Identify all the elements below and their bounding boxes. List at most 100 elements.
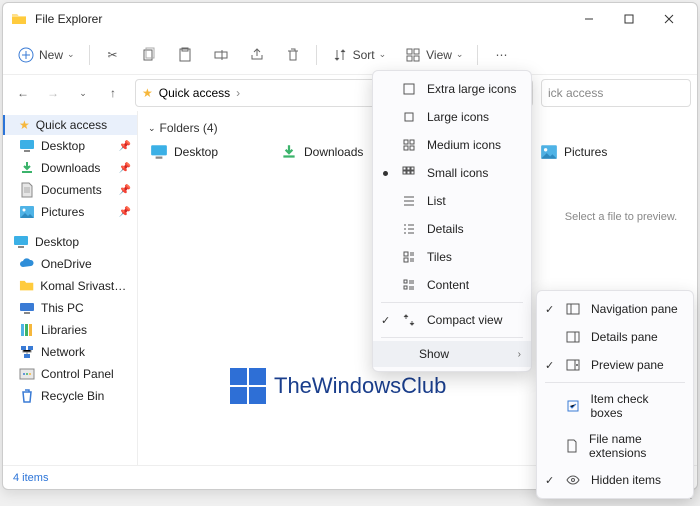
menu-label: Large icons <box>427 110 489 124</box>
sort-button[interactable]: Sort ⌄ <box>323 42 395 68</box>
folder-icon <box>19 278 34 294</box>
back-button[interactable]: ← <box>9 79 37 107</box>
more-button[interactable]: ⋯ <box>484 42 518 68</box>
menu-label: Medium icons <box>427 138 501 152</box>
desktop-icon <box>150 143 168 161</box>
sidebar-label: Quick access <box>36 118 107 132</box>
app-folder-icon <box>11 11 27 27</box>
sidebar-item-desktop[interactable]: Desktop 📌 <box>3 135 137 157</box>
recycle-icon <box>19 388 35 404</box>
menu-item-details-pane[interactable]: Details pane <box>537 323 693 351</box>
chevron-down-icon: ⌄ <box>456 49 464 60</box>
cut-button[interactable]: ✂ <box>96 42 130 68</box>
new-label: New <box>39 48 63 62</box>
new-plus-icon <box>17 46 35 64</box>
menu-item-navigation-pane[interactable]: ✓Navigation pane <box>537 295 693 323</box>
view-grid-icon <box>404 46 422 64</box>
menu-separator <box>381 302 523 303</box>
list-item[interactable]: Desktop <box>148 141 258 163</box>
check-icon: ✓ <box>545 303 554 316</box>
menu-label: Compact view <box>427 313 502 327</box>
file-ext-icon <box>565 438 579 454</box>
paste-button[interactable] <box>168 42 202 68</box>
share-button[interactable] <box>240 42 274 68</box>
sidebar-item-recyclebin[interactable]: Recycle Bin <box>3 385 137 407</box>
menu-item-large-icons[interactable]: Large icons <box>373 103 531 131</box>
sidebar-item-thispc[interactable]: This PC <box>3 297 137 319</box>
menu-label: Small icons <box>427 166 488 180</box>
menu-item-hidden-items[interactable]: ✓Hidden items <box>537 466 693 494</box>
menu-label: File name extensions <box>589 432 681 460</box>
sidebar-item-network[interactable]: Network <box>3 341 137 363</box>
sidebar-item-user[interactable]: Komal Srivastava <box>3 275 137 297</box>
forward-button[interactable]: → <box>39 79 67 107</box>
recent-button[interactable]: ⌄ <box>69 79 97 107</box>
sidebar-label: Recycle Bin <box>41 389 104 403</box>
menu-item-preview-pane[interactable]: ✓Preview pane <box>537 351 693 379</box>
menu-item-extra-large-icons[interactable]: Extra large icons <box>373 75 531 103</box>
copy-button[interactable] <box>132 42 166 68</box>
toolbar: New ⌄ ✂ Sort ⌄ View ⌄ ⋯ <box>3 35 697 75</box>
pc-icon <box>19 300 35 316</box>
sidebar-item-downloads[interactable]: Downloads 📌 <box>3 157 137 179</box>
show-submenu: ✓Navigation pane Details pane ✓Preview p… <box>536 290 694 499</box>
menu-item-file-extensions[interactable]: File name extensions <box>537 426 693 466</box>
sidebar-label: Control Panel <box>41 367 114 381</box>
item-count: 4 items <box>13 472 48 484</box>
sidebar-label: Documents <box>41 183 102 197</box>
menu-item-content[interactable]: Content <box>373 271 531 299</box>
sidebar-item-desktop-root[interactable]: Desktop <box>3 231 137 253</box>
menu-item-details[interactable]: Details <box>373 215 531 243</box>
sidebar-label: This PC <box>41 301 84 315</box>
minimize-button[interactable] <box>569 5 609 33</box>
rename-button[interactable] <box>204 42 238 68</box>
check-icon: ✓ <box>381 314 390 327</box>
pin-icon: 📌 <box>119 163 131 174</box>
menu-item-show[interactable]: Show› <box>373 341 531 367</box>
menu-item-list[interactable]: List <box>373 187 531 215</box>
sidebar-label: Komal Srivastava <box>40 279 129 293</box>
preview-hint-text: Select a file to preview. <box>565 211 678 223</box>
menu-item-item-check-boxes[interactable]: Item check boxes <box>537 386 693 426</box>
breadcrumb[interactable]: Quick access <box>159 86 230 100</box>
large-icon <box>401 109 417 125</box>
extra-large-icon <box>401 81 417 97</box>
sidebar-label: Libraries <box>41 323 87 337</box>
clipboard-icon <box>176 46 194 64</box>
view-button[interactable]: View ⌄ <box>396 42 471 68</box>
menu-item-small-icons[interactable]: Small icons <box>373 159 531 187</box>
tiles-icon <box>401 249 417 265</box>
search-placeholder: ick access <box>548 86 603 100</box>
check-icon: ✓ <box>545 359 554 372</box>
list-item[interactable]: Pictures <box>538 141 648 163</box>
compact-icon <box>401 312 417 328</box>
sidebar-item-onedrive[interactable]: OneDrive <box>3 253 137 275</box>
content-icon <box>401 277 417 293</box>
sidebar-label: OneDrive <box>41 257 92 271</box>
sidebar-item-libraries[interactable]: Libraries <box>3 319 137 341</box>
navpane-icon <box>565 301 581 317</box>
menu-item-tiles[interactable]: Tiles <box>373 243 531 271</box>
sidebar-item-documents[interactable]: Documents 📌 <box>3 179 137 201</box>
sidebar-item-controlpanel[interactable]: Control Panel <box>3 363 137 385</box>
detailspane-icon <box>565 329 581 345</box>
menu-item-medium-icons[interactable]: Medium icons <box>373 131 531 159</box>
up-button[interactable]: ↑ <box>99 79 127 107</box>
delete-button[interactable] <box>276 42 310 68</box>
maximize-button[interactable] <box>609 5 649 33</box>
sidebar-item-pictures[interactable]: Pictures 📌 <box>3 201 137 223</box>
star-icon: ★ <box>19 118 30 132</box>
list-icon <box>401 193 417 209</box>
desktop-icon <box>13 234 29 250</box>
search-input[interactable]: ick access <box>541 79 691 107</box>
menu-label: Details pane <box>591 330 658 344</box>
menu-item-compact-view[interactable]: ✓ Compact view <box>373 306 531 334</box>
menu-label: Show <box>419 347 449 361</box>
ellipsis-icon: ⋯ <box>492 46 510 64</box>
close-button[interactable] <box>649 5 689 33</box>
sidebar-item-quick-access[interactable]: ★ Quick access <box>3 115 137 135</box>
controlpanel-icon <box>19 366 35 382</box>
new-button[interactable]: New ⌄ <box>9 42 83 68</box>
share-icon <box>248 46 266 64</box>
pin-icon: 📌 <box>119 207 131 218</box>
